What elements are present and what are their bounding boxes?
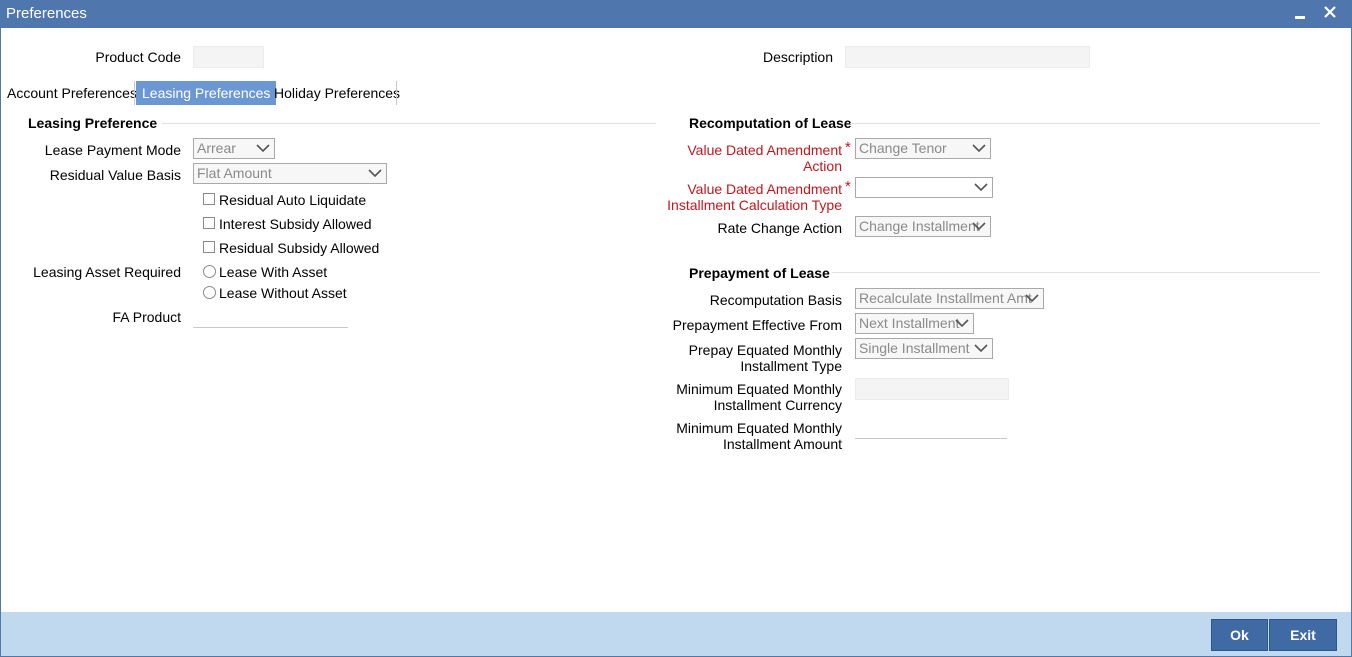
footer-bar	[1, 612, 1351, 656]
interest-subsidy-allowed-label: Interest Subsidy Allowed	[219, 216, 372, 232]
vda-action-label: Value Dated Amendment Action	[620, 142, 842, 174]
lease-without-asset-radio[interactable]	[203, 286, 216, 299]
chevron-down-icon	[972, 144, 986, 153]
residual-auto-liquidate-checkbox[interactable]	[203, 193, 215, 205]
required-asterisk: *	[845, 178, 851, 195]
chevron-down-icon	[974, 344, 988, 353]
vda-action-value: Change Tenor	[859, 140, 947, 156]
prepay-emi-type-label: Prepay Equated Monthly Installment Type	[620, 342, 842, 374]
chevron-down-icon	[974, 183, 988, 192]
exit-button[interactable]: Exit	[1269, 619, 1337, 651]
prepay-emi-type-label-line2: Installment Type	[740, 358, 842, 374]
min-emi-currency-label-line1: Minimum Equated Monthly	[676, 381, 842, 397]
lease-payment-mode-value: Arrear	[197, 140, 236, 156]
min-emi-currency-label-line2: Installment Currency	[713, 397, 842, 413]
chevron-down-icon	[256, 144, 270, 153]
prepay-emi-type-value: Single Installment	[859, 340, 970, 356]
interest-subsidy-allowed-checkbox[interactable]	[203, 217, 215, 229]
window-titlebar: Preferences	[0, 0, 1352, 28]
residual-auto-liquidate-label: Residual Auto Liquidate	[219, 192, 367, 208]
rate-change-action-label: Rate Change Action	[717, 220, 842, 236]
vda-action-label-line1: Value Dated Amendment	[687, 142, 842, 158]
section-divider	[832, 272, 1320, 273]
min-emi-currency-label: Minimum Equated Monthly Installment Curr…	[620, 381, 842, 413]
rate-change-action-value: Change Installment	[859, 218, 980, 234]
vda-installment-label-line2: Installment Calculation Type	[667, 197, 842, 213]
prepayment-effective-from-value: Next Installment	[859, 315, 960, 331]
recomputation-basis-select[interactable]: Recalculate Installment Amt	[855, 288, 1044, 309]
chevron-down-icon	[1025, 294, 1039, 303]
tab-divider	[396, 81, 397, 105]
tab-holiday-preferences[interactable]: Holiday Preferences	[268, 81, 406, 105]
residual-value-basis-label: Residual Value Basis	[49, 167, 181, 183]
lease-with-asset-radio[interactable]	[203, 265, 216, 278]
min-emi-amount-label-line2: Installment Amount	[722, 436, 842, 452]
lease-with-asset-label: Lease With Asset	[219, 264, 328, 280]
vda-installment-label: Value Dated Amendment Installment Calcul…	[620, 181, 842, 213]
tab-leasing-preferences[interactable]: Leasing Preferences	[136, 81, 277, 105]
tab-account-preferences[interactable]: Account Preferences	[1, 81, 143, 105]
recomputation-basis-value: Recalculate Installment Amt	[859, 290, 1032, 306]
required-asterisk: *	[845, 139, 851, 156]
min-emi-currency-input[interactable]	[855, 378, 1009, 400]
prepayment-effective-from-label: Prepayment Effective From	[672, 317, 842, 333]
chevron-down-icon	[972, 222, 986, 231]
chevron-down-icon	[955, 319, 969, 328]
prepay-emi-type-select[interactable]: Single Installment	[855, 338, 993, 359]
residual-subsidy-allowed-checkbox[interactable]	[203, 241, 215, 253]
min-emi-amount-input[interactable]	[855, 417, 1007, 439]
prepayment-effective-from-select[interactable]: Next Installment	[855, 313, 974, 334]
recomputation-basis-label: Recomputation Basis	[709, 292, 842, 308]
lease-payment-mode-label: Lease Payment Mode	[44, 142, 181, 158]
vda-action-label-line2: Action	[803, 158, 842, 174]
tab-divider	[134, 81, 135, 105]
description-label: Description	[762, 49, 833, 65]
recomputation-heading: Recomputation of Lease	[689, 115, 852, 131]
ok-button[interactable]: Ok	[1211, 619, 1268, 651]
prepayment-heading: Prepayment of Lease	[689, 265, 830, 281]
fa-product-label: FA Product	[112, 309, 181, 325]
vda-action-select[interactable]: Change Tenor	[855, 138, 991, 159]
window-title: Preferences	[6, 5, 87, 22]
prepay-emi-type-label-line1: Prepay Equated Monthly	[688, 342, 842, 358]
fa-product-input[interactable]	[193, 306, 348, 328]
section-divider	[850, 123, 1320, 124]
leasing-asset-required-label: Leasing Asset Required	[33, 264, 181, 280]
vda-installment-label-line1: Value Dated Amendment	[687, 181, 842, 197]
residual-value-basis-value: Flat Amount	[197, 165, 272, 181]
residual-value-basis-select[interactable]: Flat Amount	[193, 163, 387, 184]
leasing-preference-heading: Leasing Preference	[28, 115, 158, 131]
min-emi-amount-label: Minimum Equated Monthly Installment Amou…	[620, 420, 842, 452]
vda-installment-select[interactable]	[855, 177, 993, 198]
product-code-input[interactable]	[193, 46, 264, 68]
residual-subsidy-allowed-label: Residual Subsidy Allowed	[219, 240, 380, 256]
product-code-label: Product Code	[95, 49, 181, 65]
description-input[interactable]	[845, 46, 1090, 68]
section-divider	[162, 123, 656, 124]
close-icon[interactable]	[1318, 2, 1342, 24]
minimize-icon[interactable]	[1288, 2, 1312, 24]
chevron-down-icon	[368, 169, 382, 178]
lease-payment-mode-select[interactable]: Arrear	[193, 138, 275, 159]
min-emi-amount-label-line1: Minimum Equated Monthly	[676, 420, 842, 436]
rate-change-action-select[interactable]: Change Installment	[855, 216, 991, 237]
lease-without-asset-label: Lease Without Asset	[219, 285, 347, 301]
